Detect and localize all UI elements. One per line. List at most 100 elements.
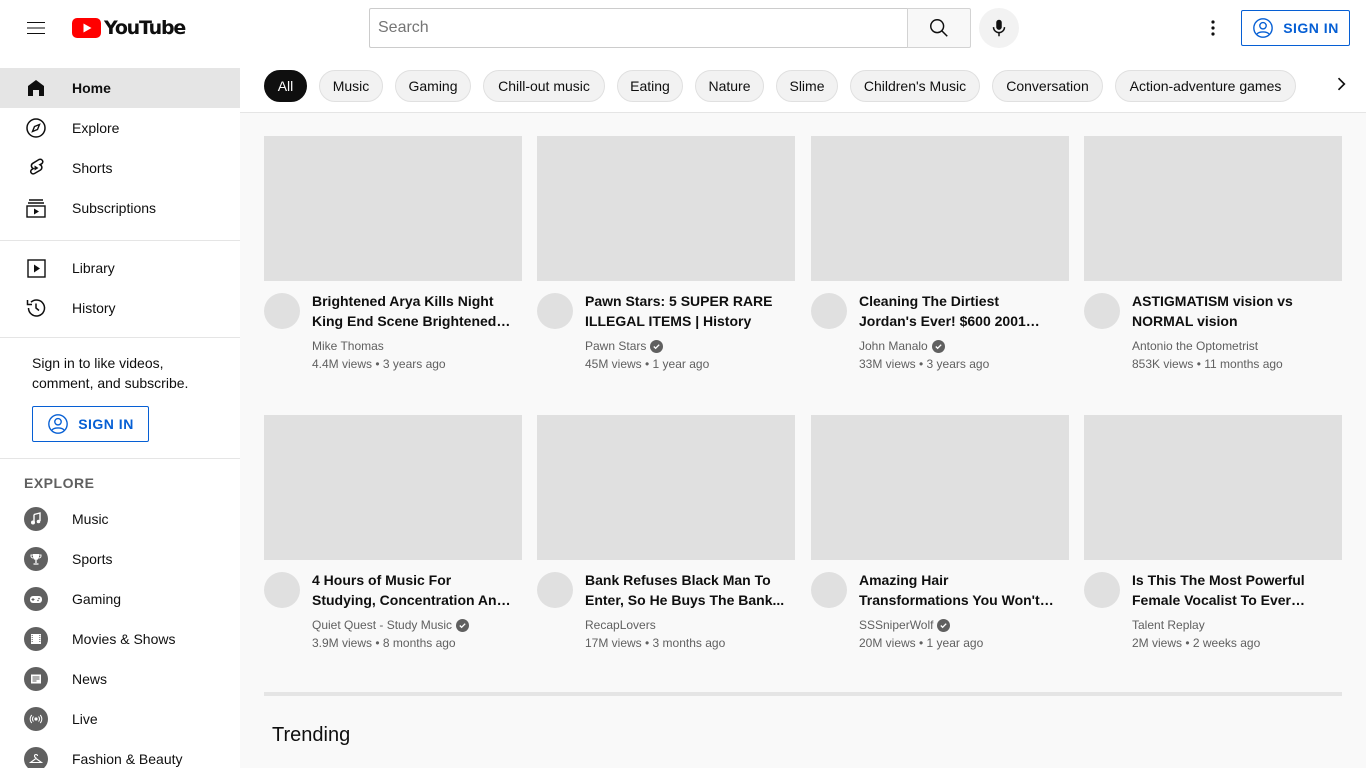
shorts-icon [24,156,48,180]
sidebar-item-label: Live [72,711,98,727]
channel-label: John Manalo [859,339,928,353]
chip-bar: All Music Gaming Chill-out music Eating … [240,56,1366,113]
video-title[interactable]: Cleaning The Dirtiest Jordan's Ever! $60… [859,291,1059,331]
sidebar-item-label: Fashion & Beauty [72,751,183,767]
video-thumbnail[interactable] [264,415,522,560]
channel-avatar[interactable] [811,293,847,329]
chip-nature[interactable]: Nature [695,70,764,102]
sidebar-item-home[interactable]: Home [0,68,240,108]
channel-label: Mike Thomas [312,339,384,353]
video-title[interactable]: Amazing Hair Transformations You Won't B… [859,570,1059,610]
explore-section-title: EXPLORE [24,475,95,491]
channel-label: Talent Replay [1132,618,1205,632]
video-card[interactable]: Brightened Arya Kills Night King End Sce… [264,136,522,371]
video-card[interactable]: Amazing Hair Transformations You Won't B… [811,415,1069,650]
channel-name[interactable]: Antonio the Optometrist [1132,339,1258,353]
sidebar-item-label: Explore [72,120,120,136]
channel-name[interactable]: John Manalo [859,339,945,353]
channel-avatar[interactable] [811,572,847,608]
search-button[interactable] [907,8,971,48]
verified-check-icon [931,339,945,353]
trophy-icon [24,547,48,571]
channel-name[interactable]: SSSniperWolf [859,618,951,632]
chip-conversation[interactable]: Conversation [992,70,1103,102]
chip-chill-out-music[interactable]: Chill-out music [483,70,605,102]
sidebar-item-movies-shows[interactable]: Movies & Shows [0,619,240,659]
chip-slime[interactable]: Slime [776,70,838,102]
video-card[interactable]: 4 Hours of Music For Studying, Concentra… [264,415,522,650]
sidebar-item-fashion-beauty[interactable]: Fashion & Beauty [0,739,240,768]
newspaper-icon [24,667,48,691]
video-meta: 45M views • 1 year ago [585,357,710,371]
channel-avatar[interactable] [1084,293,1120,329]
logo-text: YouTube [104,17,186,39]
compass-icon [24,116,48,140]
sidebar-item-label: Subscriptions [72,200,157,216]
search-input[interactable] [369,8,908,48]
sidebar-item-sports[interactable]: Sports [0,539,240,579]
channel-name[interactable]: RecapLovers [585,618,656,632]
video-card[interactable]: ASTIGMATISM vision vs NORMAL vision Anto… [1084,136,1342,371]
video-thumbnail[interactable] [537,415,795,560]
sidebar-item-shorts[interactable]: Shorts [0,148,240,188]
sidebar-item-subscriptions[interactable]: Subscriptions [0,188,240,228]
video-meta: 4.4M views • 3 years ago [312,357,446,371]
sidebar-item-explore[interactable]: Explore [0,108,240,148]
channel-avatar[interactable] [264,572,300,608]
channel-label: RecapLovers [585,618,656,632]
verified-check-icon [650,339,664,353]
channel-avatar[interactable] [537,293,573,329]
channel-avatar[interactable] [1084,572,1120,608]
video-thumbnail[interactable] [811,136,1069,281]
account-circle-icon [48,414,69,434]
video-thumbnail[interactable] [537,136,795,281]
more-options-button[interactable] [1193,8,1233,48]
chip-gaming[interactable]: Gaming [395,70,471,102]
video-thumbnail[interactable] [264,136,522,281]
video-thumbnail[interactable] [811,415,1069,560]
sidebar-item-library[interactable]: Library [0,248,240,288]
chip-music[interactable]: Music [319,70,383,102]
video-meta: 20M views • 1 year ago [859,636,984,650]
channel-name[interactable]: Quiet Quest - Study Music [312,618,470,632]
channel-avatar[interactable] [537,572,573,608]
channel-name[interactable]: Pawn Stars [585,339,664,353]
video-thumbnail[interactable] [1084,415,1342,560]
chip-action-adventure-games[interactable]: Action-adventure games [1115,70,1296,102]
menu-icon[interactable] [16,8,56,48]
sign-in-button[interactable]: SIGN IN [1241,10,1350,46]
video-title[interactable]: 4 Hours of Music For Studying, Concentra… [312,570,512,610]
voice-search-button[interactable] [979,8,1019,48]
video-card[interactable]: Cleaning The Dirtiest Jordan's Ever! $60… [811,136,1069,371]
library-icon [24,256,48,280]
video-title[interactable]: Bank Refuses Black Man To Enter, So He B… [585,570,785,610]
sidebar-item-gaming[interactable]: Gaming [0,579,240,619]
chip-eating[interactable]: Eating [617,70,683,102]
sidebar-item-live[interactable]: Live [0,699,240,739]
video-title[interactable]: ASTIGMATISM vision vs NORMAL vision [1132,291,1332,331]
sidebar-divider [0,337,240,338]
channel-name[interactable]: Mike Thomas [312,339,384,353]
video-thumbnail[interactable] [1084,136,1342,281]
video-title[interactable]: Brightened Arya Kills Night King End Sce… [312,291,512,331]
hanger-icon [24,747,48,768]
microphone-icon [992,19,1006,37]
video-title[interactable]: Is This The Most Powerful Female Vocalis… [1132,570,1332,610]
sidebar-item-history[interactable]: History [0,288,240,328]
video-card[interactable]: Pawn Stars: 5 SUPER RARE ILLEGAL ITEMS |… [537,136,795,371]
sidebar-sign-in-button[interactable]: SIGN IN [32,406,149,442]
video-title[interactable]: Pawn Stars: 5 SUPER RARE ILLEGAL ITEMS |… [585,291,785,331]
video-card[interactable]: Bank Refuses Black Man To Enter, So He B… [537,415,795,650]
music-note-icon [24,507,48,531]
chip-childrens-music[interactable]: Children's Music [850,70,980,102]
sidebar-item-news[interactable]: News [0,659,240,699]
channel-avatar[interactable] [264,293,300,329]
sidebar-item-music[interactable]: Music [0,499,240,539]
video-meta: 33M views • 3 years ago [859,357,990,371]
section-divider [264,692,1342,696]
chips-next-button[interactable] [1321,64,1361,104]
youtube-logo[interactable]: YouTube [72,17,186,39]
chip-all[interactable]: All [264,70,307,102]
video-card[interactable]: Is This The Most Powerful Female Vocalis… [1084,415,1342,650]
channel-name[interactable]: Talent Replay [1132,618,1205,632]
